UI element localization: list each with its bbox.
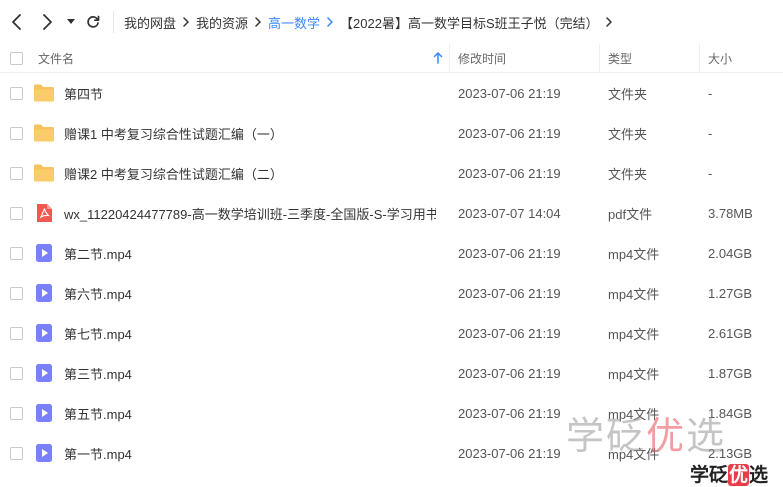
file-size: - xyxy=(708,85,713,101)
row-checkbox[interactable] xyxy=(10,247,23,260)
file-name[interactable]: 第一节.mp4 xyxy=(64,433,436,473)
row-checkbox[interactable] xyxy=(10,87,23,100)
pdf-icon xyxy=(37,204,52,222)
video-icon xyxy=(36,244,52,262)
refresh-icon[interactable] xyxy=(82,11,104,33)
column-divider[interactable] xyxy=(699,44,700,72)
chevron-right-icon xyxy=(176,17,196,27)
table-row[interactable]: 第三节.mp4 2023-07-06 21:19 mp4文件 1.87GB xyxy=(0,353,783,393)
video-icon xyxy=(36,364,52,382)
table-row[interactable]: 第七节.mp4 2023-07-06 21:19 mp4文件 2.61GB xyxy=(0,313,783,353)
chevron-right-icon xyxy=(599,17,619,27)
column-header-name[interactable]: 文件名 xyxy=(38,44,74,72)
navigation-bar: 我的网盘 我的资源 高一数学 【2022暑】高一数学目标S班王子悦（完结） xyxy=(0,0,783,44)
chevron-right-icon xyxy=(320,17,340,27)
chevron-right-icon xyxy=(248,17,268,27)
file-name[interactable]: 赠课2 中考复习综合性试题汇编（二） xyxy=(64,153,436,193)
modified-time: 2023-07-06 21:19 xyxy=(458,85,561,101)
file-name[interactable]: 第六节.mp4 xyxy=(64,273,436,313)
column-header-modified-time[interactable]: 修改时间 xyxy=(458,44,506,72)
modified-time: 2023-07-06 21:19 xyxy=(458,325,561,341)
nav-divider xyxy=(113,11,114,33)
table-row[interactable]: wx_11220424477789-高一数学培训班-三季度-全国版-S-学习用书… xyxy=(0,193,783,233)
back-arrow-icon[interactable] xyxy=(6,11,28,33)
column-header-size[interactable]: 大小 xyxy=(708,44,732,72)
column-divider[interactable] xyxy=(449,44,450,72)
sort-up-arrow-icon[interactable] xyxy=(433,52,443,64)
row-checkbox[interactable] xyxy=(10,207,23,220)
modified-time: 2023-07-06 21:19 xyxy=(458,445,561,461)
file-type: pdf文件 xyxy=(608,206,653,222)
modified-time: 2023-07-06 21:19 xyxy=(458,285,561,301)
breadcrumb-item-math[interactable]: 高一数学 xyxy=(268,13,320,32)
watermark-logo: 学砭优选 xyxy=(566,414,727,458)
file-size: 1.87GB xyxy=(708,365,753,381)
file-name[interactable]: 赠课1 中考复习综合性试题汇编（一） xyxy=(64,113,436,153)
file-size: - xyxy=(708,165,713,181)
file-manager-window: 我的网盘 我的资源 高一数学 【2022暑】高一数学目标S班王子悦（完结） 文件… xyxy=(0,0,783,487)
file-size: 2.61GB xyxy=(708,325,753,341)
row-checkbox[interactable] xyxy=(10,127,23,140)
row-checkbox[interactable] xyxy=(10,287,23,300)
table-row[interactable]: 第四节 2023-07-06 21:19 文件夹 - xyxy=(0,73,783,113)
row-checkbox[interactable] xyxy=(10,327,23,340)
file-name[interactable]: 第五节.mp4 xyxy=(64,393,436,433)
video-icon xyxy=(36,404,52,422)
row-checkbox[interactable] xyxy=(10,167,23,180)
file-size: 2.04GB xyxy=(708,245,753,261)
breadcrumb-item-course-folder[interactable]: 【2022暑】高一数学目标S班王子悦（完结） xyxy=(340,13,599,32)
table-row[interactable]: 第六节.mp4 2023-07-06 21:19 mp4文件 1.27GB xyxy=(0,273,783,313)
breadcrumb-item-my-resources[interactable]: 我的资源 xyxy=(196,13,248,32)
row-checkbox[interactable] xyxy=(10,447,23,460)
file-type: mp4文件 xyxy=(608,286,660,302)
breadcrumb-item-my-drive[interactable]: 我的网盘 xyxy=(124,13,176,32)
file-name[interactable]: wx_11220424477789-高一数学培训班-三季度-全国版-S-学习用书… xyxy=(64,193,436,233)
file-name[interactable]: 第四节 xyxy=(64,73,436,113)
table-row[interactable]: 第二节.mp4 2023-07-06 21:19 mp4文件 2.04GB xyxy=(0,233,783,273)
file-type: 文件夹 xyxy=(608,126,648,142)
video-icon xyxy=(36,444,52,462)
file-name[interactable]: 第七节.mp4 xyxy=(64,313,436,353)
history-dropdown-icon[interactable] xyxy=(62,11,80,33)
row-checkbox[interactable] xyxy=(10,367,23,380)
file-type: 文件夹 xyxy=(608,166,648,182)
modified-time: 2023-07-06 21:19 xyxy=(458,405,561,421)
watermark-badge: 学砭优选 xyxy=(690,464,769,486)
folder-icon xyxy=(34,124,54,142)
select-all-checkbox[interactable] xyxy=(10,52,23,65)
column-divider[interactable] xyxy=(599,44,600,72)
file-size: - xyxy=(708,125,713,141)
video-icon xyxy=(36,284,52,302)
modified-time: 2023-07-06 21:19 xyxy=(458,245,561,261)
modified-time: 2023-07-06 21:19 xyxy=(458,365,561,381)
file-size: 1.27GB xyxy=(708,285,753,301)
folder-icon xyxy=(34,164,54,182)
row-checkbox[interactable] xyxy=(10,407,23,420)
table-row[interactable]: 赠课1 中考复习综合性试题汇编（一） 2023-07-06 21:19 文件夹 - xyxy=(0,113,783,153)
folder-icon xyxy=(34,84,54,102)
modified-time: 2023-07-06 21:19 xyxy=(458,165,561,181)
file-name[interactable]: 第三节.mp4 xyxy=(64,353,436,393)
table-row[interactable]: 赠课2 中考复习综合性试题汇编（二） 2023-07-06 21:19 文件夹 - xyxy=(0,153,783,193)
file-size: 3.78MB xyxy=(708,205,753,221)
video-icon xyxy=(36,324,52,342)
modified-time: 2023-07-07 14:04 xyxy=(458,205,561,221)
file-type: 文件夹 xyxy=(608,86,648,102)
column-header-type[interactable]: 类型 xyxy=(608,44,632,72)
file-type: mp4文件 xyxy=(608,246,660,262)
breadcrumb: 我的网盘 我的资源 高一数学 【2022暑】高一数学目标S班王子悦（完结） xyxy=(124,0,619,44)
file-type: mp4文件 xyxy=(608,326,660,342)
forward-arrow-icon[interactable] xyxy=(36,11,58,33)
file-name[interactable]: 第二节.mp4 xyxy=(64,233,436,273)
modified-time: 2023-07-06 21:19 xyxy=(458,125,561,141)
file-table-header: 文件名 修改时间 类型 大小 xyxy=(0,44,783,73)
file-type: mp4文件 xyxy=(608,366,660,382)
